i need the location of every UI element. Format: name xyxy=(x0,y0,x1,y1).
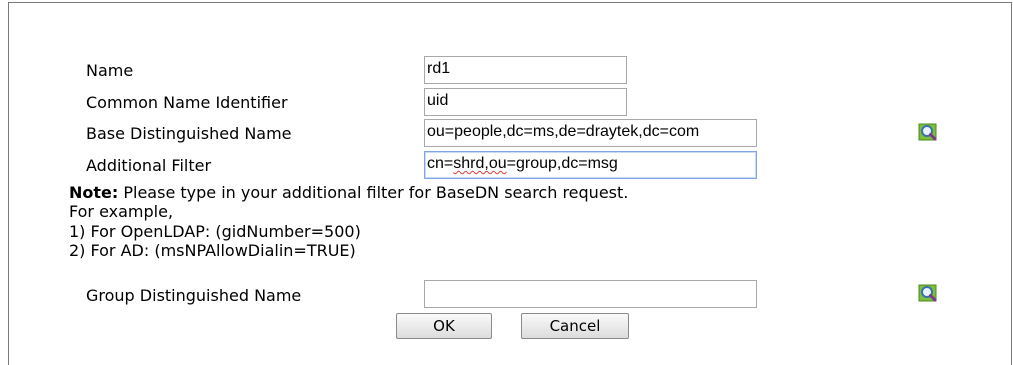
note-line-3: 1) For OpenLDAP: (gidNumber=500) xyxy=(69,222,361,241)
note-bold: Note: xyxy=(69,183,119,202)
base-dn-search-icon[interactable] xyxy=(918,122,938,142)
note-line-1: Note: Please type in your additional fil… xyxy=(69,183,628,202)
base-dn-field[interactable]: ou=people,dc=ms,de=draytek,dc=com xyxy=(424,119,757,147)
name-field[interactable]: rd1 xyxy=(424,56,627,84)
ok-button[interactable]: OK xyxy=(396,313,492,339)
additional-filter-field[interactable]: cn=shrd,ou=group,dc=msg xyxy=(424,151,757,179)
note-line-4: 2) For AD: (msNPAllowDialin=TRUE) xyxy=(69,241,356,260)
common-name-identifier-field[interactable]: uid xyxy=(424,88,627,116)
group-dn-field[interactable] xyxy=(424,280,757,308)
filter-text-part2: =group,dc=msg xyxy=(506,155,618,172)
note-line-2: For example, xyxy=(69,202,174,221)
common-name-identifier-label: Common Name Identifier xyxy=(86,93,288,112)
filter-text-misspelled: shrd,ou xyxy=(453,155,507,172)
cancel-button[interactable]: Cancel xyxy=(521,313,629,339)
base-dn-label: Base Distinguished Name xyxy=(86,124,292,143)
additional-filter-label: Additional Filter xyxy=(86,156,212,175)
note-text: Please type in your additional filter fo… xyxy=(118,183,629,202)
name-label: Name xyxy=(86,61,134,80)
group-dn-label: Group Distinguished Name xyxy=(86,286,302,305)
filter-text-part1: cn= xyxy=(427,155,454,172)
group-dn-search-icon[interactable] xyxy=(918,283,938,303)
